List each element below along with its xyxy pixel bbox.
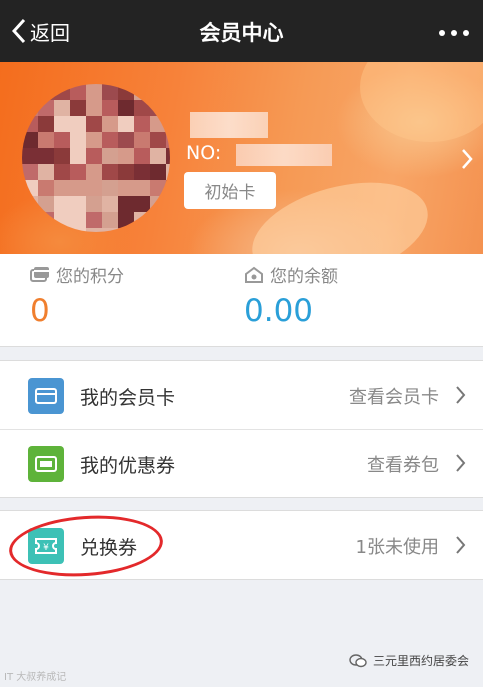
member-card-label: 我的会员卡 [80, 387, 176, 409]
member-no-label: NO: [186, 142, 222, 164]
menu-group: 我的会员卡 查看会员卡 我的优惠券 查看券包 [0, 360, 483, 498]
chevron-right-icon[interactable] [461, 148, 473, 170]
member-name-blurred [190, 112, 268, 138]
nav-bar: 返回 会员中心 [0, 0, 483, 62]
watermark-right: 三元里西约居委会 [349, 652, 469, 669]
unused-count[interactable]: 1张未使用 [356, 533, 439, 559]
member-banner[interactable]: NO: 初始卡 [0, 62, 483, 254]
wechat-icon [349, 653, 367, 667]
more-dots-icon[interactable] [439, 30, 469, 36]
watermark-left: IT 大叔养成记 [4, 672, 67, 683]
card-type-badge: 初始卡 [184, 172, 276, 209]
page-title: 会员中心 [199, 21, 284, 45]
list-item-coupons[interactable]: 我的优惠券 查看券包 [0, 429, 483, 497]
wallet-icon [245, 266, 263, 283]
balance-value: 0.00 [244, 293, 314, 329]
stats-panel: 您的积分 0 您的余额 0.00 [0, 254, 483, 347]
coupon-icon [28, 446, 64, 482]
chevron-right-icon [456, 386, 466, 404]
points-label: 您的积分 [56, 267, 124, 287]
member-no-blurred [236, 144, 332, 166]
watermark-right-text: 三元里西约居委会 [372, 654, 469, 668]
view-member-card-link[interactable]: 查看会员卡 [349, 383, 439, 409]
balance-stat[interactable]: 您的余额 0.00 [244, 262, 338, 329]
points-stat[interactable]: 您的积分 0 [30, 262, 124, 329]
member-card-icon [28, 378, 64, 414]
chevron-right-icon [456, 454, 466, 472]
list-item-member-card[interactable]: 我的会员卡 查看会员卡 [0, 361, 483, 429]
balance-label: 您的余额 [270, 267, 338, 287]
view-coupons-link[interactable]: 查看券包 [367, 451, 439, 477]
chevron-right-icon [456, 536, 466, 554]
points-value: 0 [30, 293, 50, 329]
points-card-icon [30, 266, 49, 282]
avatar [22, 84, 170, 232]
coupons-label: 我的优惠券 [80, 455, 176, 477]
